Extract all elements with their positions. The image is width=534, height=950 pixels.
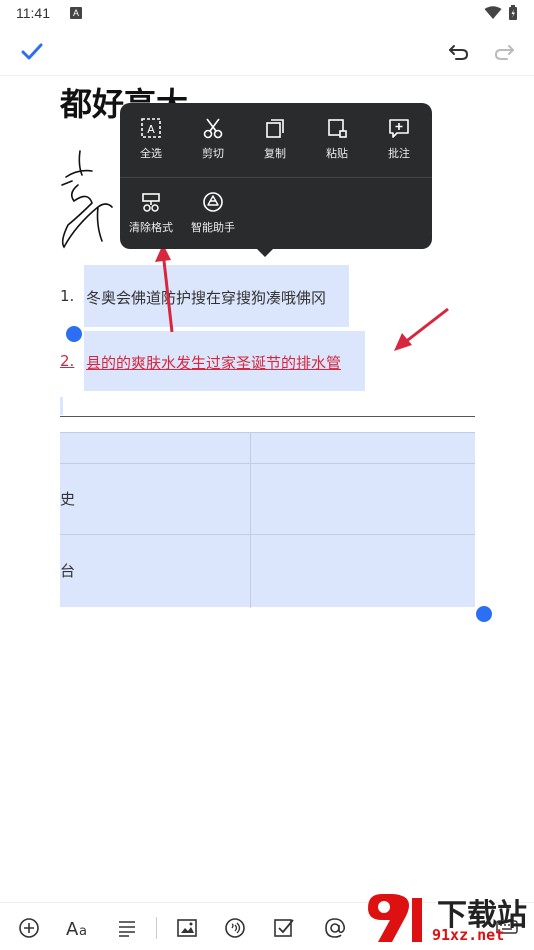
status-bar: 11:41 A: [0, 0, 534, 28]
svg-text:A: A: [147, 123, 155, 136]
smart-assistant-icon: [203, 192, 223, 212]
context-menu: A 全选 剪切 复制 粘贴 批注 清除格式 智能助手: [120, 103, 432, 257]
comment-icon: [389, 119, 409, 138]
svg-text:A: A: [66, 919, 79, 939]
watermark: 下载站 91xz.net: [362, 888, 534, 950]
mention-icon[interactable]: [322, 915, 348, 941]
menu-item-label: 粘贴: [326, 147, 348, 160]
list-item[interactable]: 县的的爽肤水发生过家圣诞节的排水管: [86, 352, 341, 373]
menu-item-copy[interactable]: 复制: [244, 117, 306, 177]
menu-item-paste[interactable]: 粘贴: [306, 117, 368, 177]
checkbox-icon[interactable]: [271, 915, 297, 941]
menu-item-smart-assistant[interactable]: 智能助手: [182, 191, 244, 251]
watermark-logo: [368, 894, 422, 942]
redo-icon[interactable]: [490, 38, 518, 66]
undo-icon[interactable]: [445, 38, 473, 66]
table-row[interactable]: [60, 464, 475, 535]
scissors-icon: [203, 118, 223, 139]
table-column-divider: [250, 433, 251, 608]
menu-item-clear-format[interactable]: 清除格式: [120, 191, 182, 251]
divider: [60, 416, 475, 417]
popup-caret: [257, 249, 273, 257]
status-indicators: [484, 5, 518, 21]
annotation-arrow: [155, 244, 174, 333]
list-number: 2.: [60, 352, 75, 370]
status-time: 11:41: [16, 5, 50, 21]
watermark-url: 91xz.net: [432, 926, 505, 944]
status-app-icon: A: [70, 7, 82, 19]
table-row[interactable]: [60, 535, 475, 608]
table-row[interactable]: [60, 433, 475, 464]
paste-icon: [328, 119, 347, 138]
menu-item-label: 全选: [140, 147, 162, 160]
check-icon[interactable]: [18, 38, 46, 66]
paragraph-align-icon[interactable]: [114, 915, 140, 941]
menu-item-label: 剪切: [202, 147, 224, 160]
handwriting-drawing[interactable]: [58, 145, 128, 255]
svg-text:a: a: [79, 924, 87, 939]
select-all-icon: A: [141, 118, 161, 138]
wifi-icon: [484, 6, 502, 19]
add-icon[interactable]: [16, 915, 42, 941]
table-cell-text[interactable]: 史: [60, 488, 75, 509]
menu-item-label: 清除格式: [129, 221, 173, 234]
toolbar-separator: [156, 917, 157, 939]
menu-item-label: 复制: [264, 147, 286, 160]
clear-format-icon: [142, 193, 160, 212]
selection-highlight: [60, 397, 63, 415]
annotation-arrow: [394, 307, 449, 351]
editor-toolbar: [0, 28, 534, 76]
font-style-icon[interactable]: Aa: [65, 915, 91, 941]
menu-item-cut[interactable]: 剪切: [182, 117, 244, 177]
menu-item-comment[interactable]: 批注: [368, 117, 430, 177]
battery-icon: [509, 5, 517, 20]
selection-end-handle[interactable]: [476, 606, 492, 622]
audio-icon[interactable]: [222, 915, 248, 941]
table-cell-text[interactable]: 台: [60, 560, 75, 581]
insert-image-icon[interactable]: [174, 915, 200, 941]
menu-item-select-all[interactable]: A 全选: [120, 117, 182, 177]
menu-divider: [120, 177, 432, 178]
selection-start-handle[interactable]: [66, 326, 82, 342]
menu-item-label: 批注: [388, 147, 410, 160]
list-number: 1.: [60, 287, 75, 305]
table[interactable]: 史 台: [60, 432, 475, 608]
menu-item-label: 智能助手: [191, 221, 235, 234]
copy-icon: [266, 119, 284, 138]
list-item[interactable]: 冬奥会佛道防护搜在穿搜狗凑哦佛冈: [86, 287, 326, 308]
